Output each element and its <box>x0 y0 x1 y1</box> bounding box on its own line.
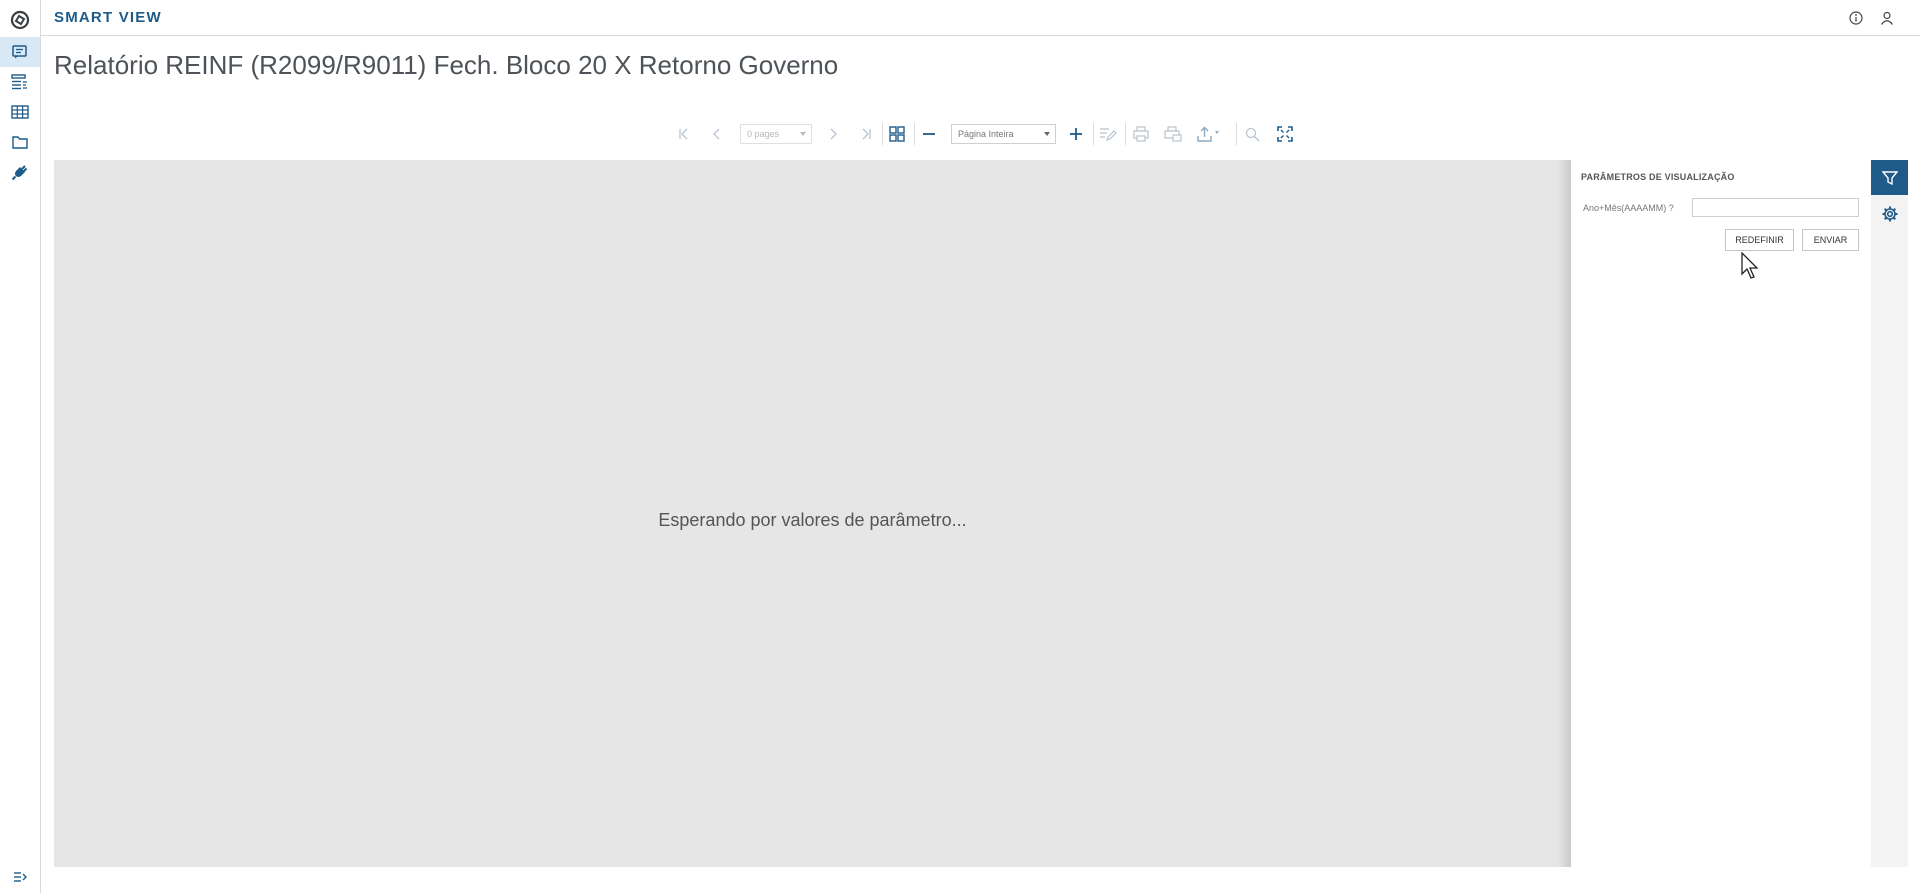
user-icon <box>1881 11 1893 25</box>
chevron-left-icon <box>713 128 720 140</box>
chevron-down-icon <box>1044 132 1050 136</box>
minus-icon <box>923 133 935 135</box>
reset-button[interactable]: REDEFINIR <box>1725 229 1794 251</box>
expand-menu-button[interactable] <box>0 862 40 892</box>
mouse-pointer-icon <box>1741 252 1759 279</box>
top-header: SMART VIEW <box>41 0 1920 36</box>
upload-icon <box>1197 126 1219 142</box>
first-page-button[interactable] <box>672 120 698 148</box>
info-icon <box>1849 11 1863 25</box>
page-select-value: 0 pages <box>747 129 780 139</box>
reports-icon <box>12 45 27 59</box>
year-month-label: Ano+Mês(AAAAMM) ? <box>1583 203 1674 213</box>
nav-item-folders[interactable] <box>0 127 40 157</box>
toolbar-divider <box>1125 123 1126 145</box>
logo-icon <box>10 10 30 30</box>
brand-title: SMART VIEW <box>54 9 162 26</box>
zoom-in-button[interactable] <box>1063 120 1089 148</box>
zoom-select[interactable]: Página Inteira <box>951 124 1056 144</box>
zoom-select-value: Página Inteira <box>958 129 1014 139</box>
folder-icon <box>12 136 28 149</box>
nav-item-reports[interactable] <box>0 37 40 67</box>
user-button[interactable] <box>1878 9 1896 27</box>
report-viewer: Esperando por valores de parâmetro... <box>54 160 1571 867</box>
report-toolbar: 0 pages Página Inteira <box>672 120 1312 148</box>
expand-menu-icon <box>14 872 27 882</box>
toolbar-divider <box>1093 123 1094 145</box>
right-side-rail <box>1871 160 1908 867</box>
parameters-title: PARÂMETROS DE VISUALIZAÇÃO <box>1581 172 1735 182</box>
print-icon <box>1133 126 1149 142</box>
previous-page-button[interactable] <box>704 120 730 148</box>
info-button[interactable] <box>1847 9 1865 27</box>
zoom-out-button[interactable] <box>916 120 942 148</box>
print-button[interactable] <box>1128 120 1154 148</box>
fullscreen-icon <box>1277 126 1293 142</box>
grid-view-icon <box>889 126 905 142</box>
filter-button[interactable] <box>1871 160 1908 195</box>
search-icon <box>1245 127 1260 142</box>
left-nav-rail <box>0 0 41 893</box>
plug-icon <box>11 165 28 181</box>
filter-icon <box>1881 170 1898 185</box>
thumbnails-button[interactable] <box>884 120 910 148</box>
edit-button[interactable] <box>1095 120 1121 148</box>
export-button[interactable] <box>1192 120 1226 148</box>
edit-icon <box>1100 128 1117 141</box>
table-icon <box>11 105 29 119</box>
nav-item-table[interactable] <box>0 97 40 127</box>
search-button[interactable] <box>1239 120 1265 148</box>
page-select[interactable]: 0 pages <box>740 124 812 144</box>
page-title: Relatório REINF (R2099/R9011) Fech. Bloc… <box>54 50 839 80</box>
nav-item-list[interactable] <box>0 67 40 97</box>
print-server-icon <box>1164 126 1182 142</box>
list-icon <box>11 74 27 90</box>
plus-icon <box>1070 128 1082 140</box>
parameters-panel: PARÂMETROS DE VISUALIZAÇÃO Ano+Mês(AAAAM… <box>1571 160 1871 867</box>
fullscreen-button[interactable] <box>1272 120 1298 148</box>
nav-item-connections[interactable] <box>0 157 40 187</box>
waiting-message: Esperando por valores de parâmetro... <box>658 510 967 530</box>
toolbar-divider <box>914 123 915 145</box>
chevron-right-icon <box>830 128 837 140</box>
viewer-shadow <box>1557 160 1571 867</box>
year-month-input[interactable] <box>1692 198 1859 217</box>
toolbar-divider <box>1236 123 1237 145</box>
print-server-button[interactable] <box>1160 120 1186 148</box>
app-logo[interactable] <box>0 4 40 36</box>
next-page-button[interactable] <box>820 120 846 148</box>
toolbar-divider <box>882 123 883 145</box>
send-button[interactable]: ENVIAR <box>1802 229 1859 251</box>
last-page-icon <box>862 128 871 140</box>
chevron-down-icon <box>800 132 806 136</box>
settings-button[interactable] <box>1871 196 1908 231</box>
last-page-button[interactable] <box>852 120 878 148</box>
gear-icon <box>1882 206 1897 221</box>
first-page-icon <box>679 128 688 140</box>
